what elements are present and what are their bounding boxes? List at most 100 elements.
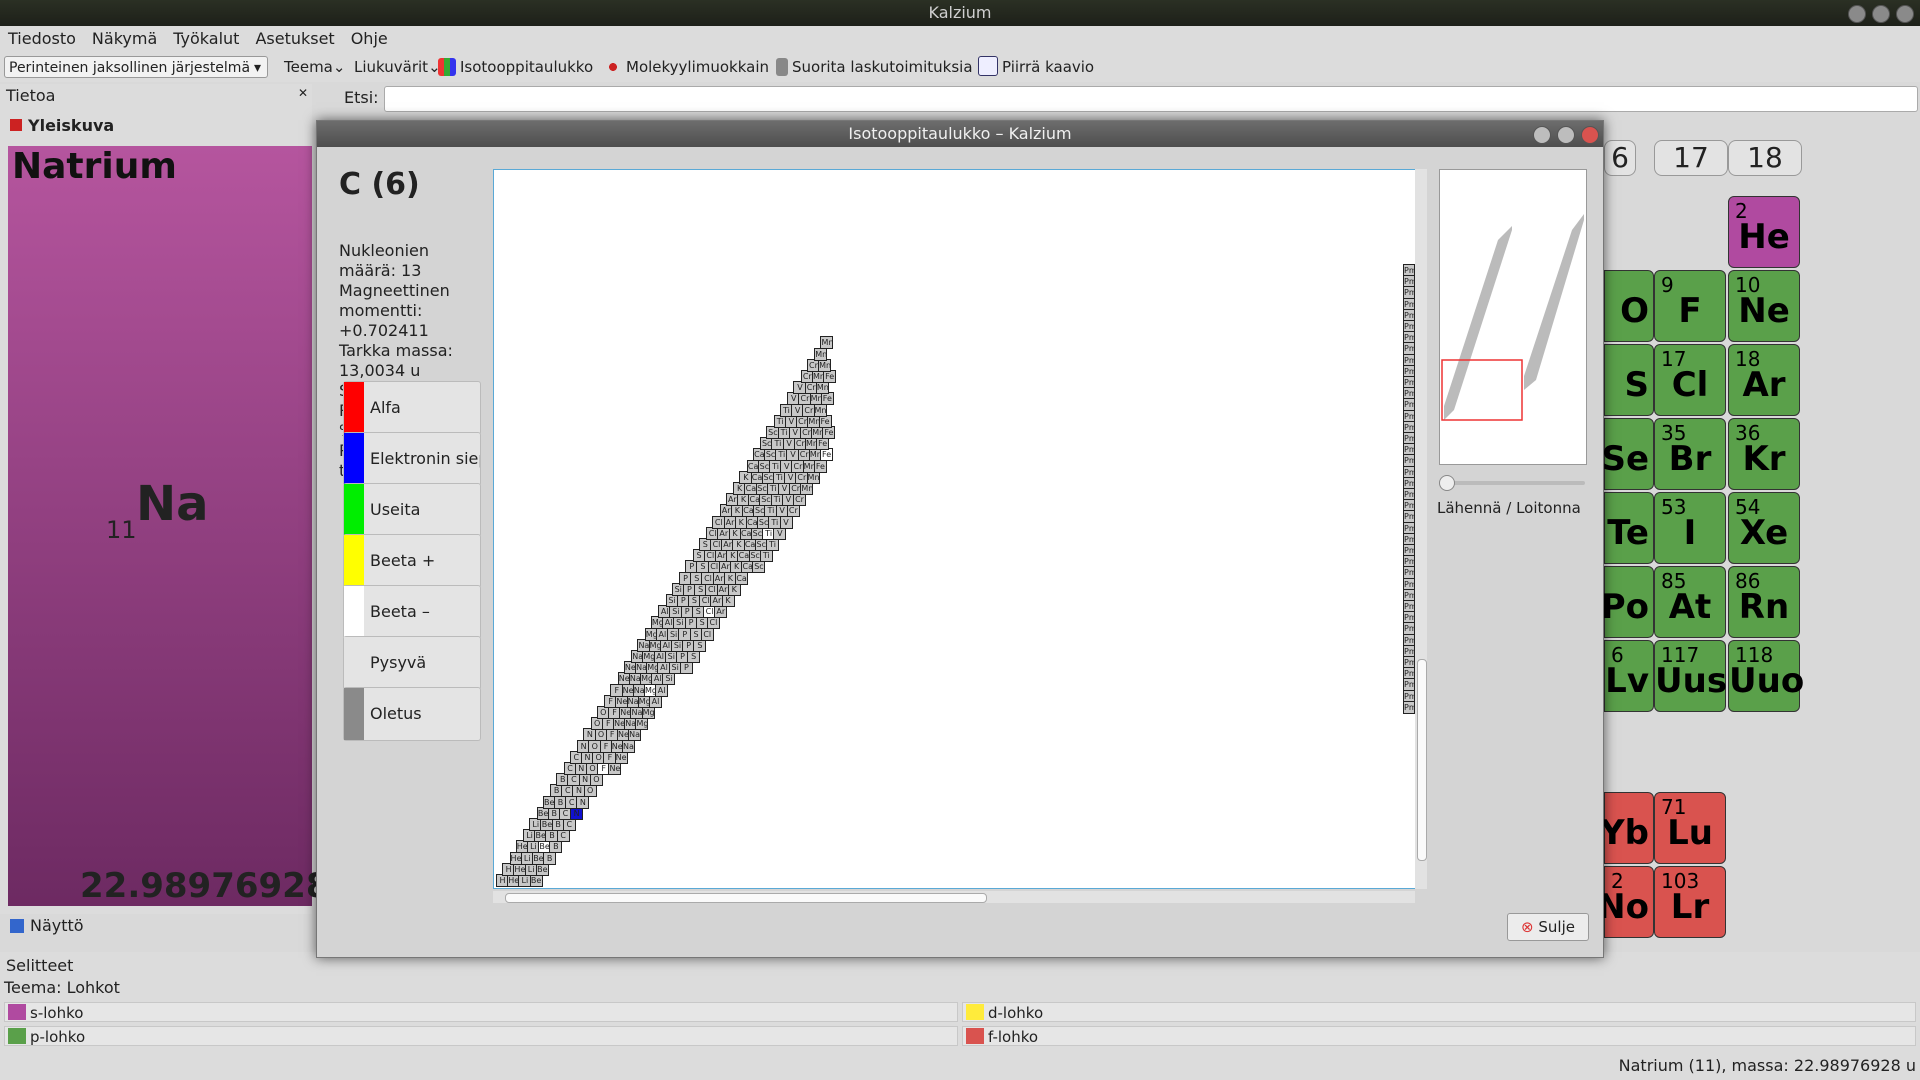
maximize-button[interactable] bbox=[1872, 5, 1890, 23]
dialog-minimize-button[interactable] bbox=[1533, 126, 1551, 144]
isotope-cell[interactable]: Mn bbox=[818, 358, 832, 372]
vertical-scroll-thumb[interactable] bbox=[1417, 659, 1427, 861]
isotope-cell[interactable]: Mn bbox=[815, 381, 829, 395]
isotope-cell[interactable]: Mg bbox=[635, 717, 649, 731]
isotope-cell[interactable]: Al bbox=[655, 683, 669, 697]
menu-file[interactable]: Tiedosto bbox=[0, 26, 84, 52]
element-tile-I[interactable]: 53 I bbox=[1654, 492, 1726, 564]
element-tile-At[interactable]: 85 At bbox=[1654, 566, 1726, 638]
scheme-select[interactable]: Perinteinen jaksollinen järjestelmä ▾ bbox=[4, 56, 268, 78]
close-icon[interactable]: ✕ bbox=[298, 86, 308, 100]
isotope-cell[interactable]: Fe bbox=[813, 459, 827, 473]
isotope-cell[interactable]: Be bbox=[535, 862, 549, 876]
zoom-slider[interactable] bbox=[1439, 475, 1585, 491]
element-tile-Lv[interactable]: 6 Lv bbox=[1604, 640, 1654, 712]
isotope-cell[interactable]: Ca bbox=[735, 571, 749, 585]
isotope-cell[interactable]: K bbox=[721, 594, 735, 607]
element-tile-Yb[interactable]: Yb bbox=[1600, 792, 1654, 864]
horizontal-scrollbar[interactable] bbox=[493, 891, 1415, 903]
isotope-cell[interactable]: Fe bbox=[823, 370, 837, 383]
isotope-cell[interactable]: B bbox=[549, 840, 563, 854]
decay-key-6[interactable]: Oletus bbox=[343, 687, 481, 741]
element-tile-No[interactable]: 2 No bbox=[1597, 866, 1654, 938]
minimize-button[interactable] bbox=[1848, 5, 1866, 23]
decay-key-3[interactable]: Beeta + bbox=[343, 534, 481, 588]
element-tile-Rn[interactable]: 86 Rn bbox=[1728, 566, 1800, 638]
isotope-cell[interactable]: Cl bbox=[706, 616, 720, 630]
element-tile-Cl[interactable]: 17 Cl bbox=[1654, 344, 1726, 416]
element-tile-Te[interactable]: Te bbox=[1604, 492, 1654, 564]
menu-view[interactable]: Näkymä bbox=[84, 26, 165, 52]
element-tile-Br[interactable]: 35 Br bbox=[1654, 418, 1726, 490]
vertical-scrollbar[interactable] bbox=[1415, 169, 1427, 889]
isotope-cell[interactable]: Ti bbox=[759, 549, 773, 563]
isotope-cell[interactable]: K bbox=[727, 582, 741, 596]
menu-settings[interactable]: Asetukset bbox=[247, 26, 342, 52]
isotope-cell[interactable]: S bbox=[693, 638, 707, 652]
calculate-button[interactable]: Suorita laskutoimituksia bbox=[776, 56, 973, 78]
isotope-cell[interactable]: Cl bbox=[700, 627, 714, 641]
element-tile-Ne[interactable]: 10 Ne bbox=[1728, 270, 1800, 342]
isotope-cell[interactable]: S bbox=[687, 650, 701, 663]
isotope-cell[interactable]: Ar bbox=[714, 605, 728, 619]
isotope-cell[interactable]: Fe bbox=[816, 437, 830, 451]
decay-key-5[interactable]: Pysyvä bbox=[343, 636, 481, 690]
horizontal-scroll-thumb[interactable] bbox=[505, 893, 987, 903]
element-tile-S[interactable]: S bbox=[1604, 344, 1654, 416]
isotope-cell[interactable]: Cr bbox=[793, 493, 807, 507]
isotope-cell[interactable]: Mn bbox=[813, 403, 827, 417]
dialog-maximize-button[interactable] bbox=[1557, 126, 1575, 144]
menu-tools[interactable]: Työkalut bbox=[165, 26, 247, 52]
close-window-button[interactable] bbox=[1896, 5, 1914, 23]
isotope-cell[interactable]: Si bbox=[662, 672, 676, 686]
element-tile-Lu[interactable]: 71 Lu bbox=[1654, 792, 1726, 864]
isotope-cell[interactable]: Be bbox=[529, 874, 543, 887]
element-tile-Uus[interactable]: 117 Uus bbox=[1654, 640, 1727, 712]
element-tile-Ar[interactable]: 18 Ar bbox=[1728, 344, 1800, 416]
element-tile-He[interactable]: 2 He bbox=[1728, 196, 1800, 268]
isotope-cell[interactable]: Al bbox=[648, 694, 662, 708]
display-tab[interactable]: Näyttö bbox=[10, 916, 84, 935]
isotope-cell[interactable]: N bbox=[576, 795, 590, 809]
overview-map[interactable] bbox=[1439, 169, 1587, 465]
element-tile-Uuo[interactable]: 118 Uuo bbox=[1728, 640, 1804, 712]
isotope-cell[interactable]: O bbox=[589, 773, 603, 787]
isotope-cell[interactable]: P bbox=[679, 661, 693, 675]
search-input[interactable] bbox=[384, 86, 1918, 112]
isotope-cell[interactable]: Na bbox=[621, 739, 635, 753]
decay-key-4[interactable]: Beeta – bbox=[343, 585, 481, 639]
isotope-cell[interactable]: Fe bbox=[818, 414, 832, 428]
zoom-slider-handle[interactable] bbox=[1439, 475, 1455, 491]
decay-key-1[interactable]: Elektronin sieppaus bbox=[343, 432, 481, 486]
isotope-cell[interactable]: B bbox=[543, 851, 557, 865]
isotope-cell[interactable]: Sc bbox=[752, 560, 766, 574]
dialog-close-icon[interactable] bbox=[1581, 126, 1599, 144]
isotope-cell[interactable]: Cr bbox=[786, 504, 800, 518]
isotope-cell[interactable]: Ne bbox=[614, 750, 628, 764]
isotope-cell[interactable]: C bbox=[562, 818, 576, 831]
isotope-cell[interactable]: Mn bbox=[820, 336, 834, 350]
isotope-cell[interactable]: V bbox=[779, 515, 793, 529]
isotope-cell[interactable]: C bbox=[556, 829, 570, 843]
element-tile-F[interactable]: 9F bbox=[1654, 270, 1726, 342]
element-tile-Se[interactable]: Se bbox=[1601, 418, 1654, 490]
element-tile-Kr[interactable]: 36 Kr bbox=[1728, 418, 1800, 490]
isotope-cell[interactable]: Mn bbox=[814, 347, 828, 361]
molecule-editor-button[interactable]: Molekyylimuokkain bbox=[604, 56, 769, 78]
isotope-table-button[interactable]: Isotooppitaulukko bbox=[438, 56, 593, 78]
element-tile-Po[interactable]: Po bbox=[1601, 566, 1654, 638]
menu-help[interactable]: Ohje bbox=[343, 26, 396, 52]
decay-key-0[interactable]: Alfa bbox=[343, 381, 481, 435]
isotope-cell[interactable]: O bbox=[583, 784, 597, 798]
element-tile-Xe[interactable]: 54 Xe bbox=[1728, 492, 1800, 564]
overview-tab[interactable]: Yleiskuva bbox=[10, 116, 114, 135]
theme-button[interactable]: Teema⌄ bbox=[284, 56, 345, 78]
isotope-cell[interactable]: Na bbox=[628, 728, 642, 742]
gradients-button[interactable]: Liukuvärit⌄ bbox=[354, 56, 441, 78]
isotope-cell[interactable]: Mn bbox=[806, 470, 820, 484]
element-tile-Lr[interactable]: 103 Lr bbox=[1654, 866, 1726, 938]
isotope-cell[interactable]: Pm bbox=[1403, 700, 1415, 714]
isotope-cell[interactable]: Mn bbox=[800, 482, 814, 495]
isotope-chart[interactable]: H He Li Be H He Li Be He Li Be B He Li Be B Li Be B C Li Be B C… bbox=[493, 169, 1417, 889]
close-button[interactable]: ⊗ Sulje bbox=[1507, 913, 1589, 941]
